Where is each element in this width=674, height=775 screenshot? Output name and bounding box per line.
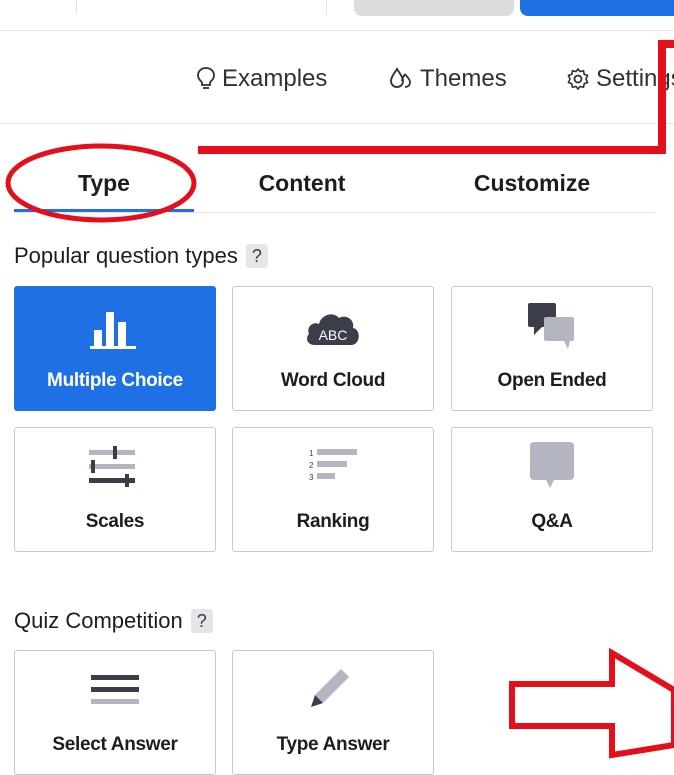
settings-label: Settings bbox=[596, 65, 674, 92]
card-label: Word Cloud bbox=[280, 370, 386, 391]
card-label: Ranking bbox=[296, 511, 370, 532]
examples-label: Examples bbox=[222, 65, 328, 92]
tab-customize-label: Customize bbox=[473, 169, 591, 196]
tab-type[interactable]: Type bbox=[14, 166, 194, 200]
card-label: Type Answer bbox=[276, 734, 390, 755]
quiz-section-title: Quiz Competition ? bbox=[14, 608, 213, 634]
gear-icon bbox=[567, 67, 589, 91]
droplets-icon bbox=[390, 67, 411, 88]
rank-number: 2 bbox=[309, 461, 314, 470]
tab-customize[interactable]: Customize bbox=[412, 166, 652, 200]
rank-number: 3 bbox=[309, 473, 314, 482]
highlight-line bbox=[198, 40, 674, 154]
themes-button[interactable]: Themes bbox=[388, 62, 507, 96]
card-open-ended[interactable]: Open Ended bbox=[451, 286, 653, 411]
scales-icon bbox=[89, 446, 135, 487]
card-label: Multiple Choice bbox=[47, 370, 183, 391]
rank-number: 1 bbox=[309, 449, 314, 458]
word-cloud-icon-text: ABC bbox=[319, 327, 348, 343]
card-label: Open Ended bbox=[497, 370, 607, 391]
red-arrow bbox=[509, 647, 674, 759]
ranking-icon: 1 2 3 bbox=[309, 449, 357, 482]
card-scales[interactable]: Scales bbox=[14, 427, 216, 552]
top-divider bbox=[76, 0, 77, 14]
settings-button[interactable]: Settings bbox=[566, 62, 674, 96]
quiz-help-button[interactable]: ? bbox=[190, 609, 213, 633]
card-ranking[interactable]: 1 2 3 Ranking bbox=[232, 427, 434, 552]
card-label: Select Answer bbox=[52, 734, 178, 755]
primary-button[interactable] bbox=[520, 0, 674, 16]
qa-bubble-icon bbox=[530, 442, 574, 488]
secondary-button[interactable] bbox=[354, 0, 514, 16]
quiz-title-text: Quiz Competition bbox=[14, 608, 183, 633]
top-divider bbox=[326, 0, 327, 14]
lightbulb-icon bbox=[197, 67, 215, 89]
tab-type-label: Type bbox=[78, 169, 130, 196]
card-label: Q&A bbox=[531, 511, 573, 532]
toolbar-separator bbox=[0, 123, 674, 124]
bar-chart-icon bbox=[90, 312, 136, 349]
active-tab-indicator bbox=[14, 209, 194, 212]
top-strip bbox=[0, 0, 674, 18]
top-separator bbox=[0, 30, 674, 31]
popular-help-button[interactable]: ? bbox=[245, 244, 268, 268]
card-multiple-choice[interactable]: Multiple Choice bbox=[14, 286, 216, 411]
speech-bubbles-icon bbox=[528, 303, 574, 349]
examples-button[interactable]: Examples bbox=[196, 62, 327, 96]
card-word-cloud[interactable]: ABC Word Cloud bbox=[232, 286, 434, 411]
card-qa[interactable]: Q&A bbox=[451, 427, 653, 552]
card-type-answer[interactable]: Type Answer bbox=[232, 650, 434, 775]
card-select-answer[interactable]: Select Answer bbox=[14, 650, 216, 775]
tab-bar-line bbox=[14, 212, 654, 213]
word-cloud-icon: ABC bbox=[307, 314, 359, 345]
card-label: Scales bbox=[85, 511, 145, 532]
list-lines-icon bbox=[91, 675, 139, 704]
pencil-icon bbox=[311, 669, 349, 707]
tab-content[interactable]: Content bbox=[212, 166, 392, 200]
tab-content-label: Content bbox=[258, 169, 346, 196]
themes-label: Themes bbox=[420, 65, 507, 92]
popular-section-title: Popular question types ? bbox=[14, 243, 268, 269]
popular-title-text: Popular question types bbox=[14, 243, 238, 268]
